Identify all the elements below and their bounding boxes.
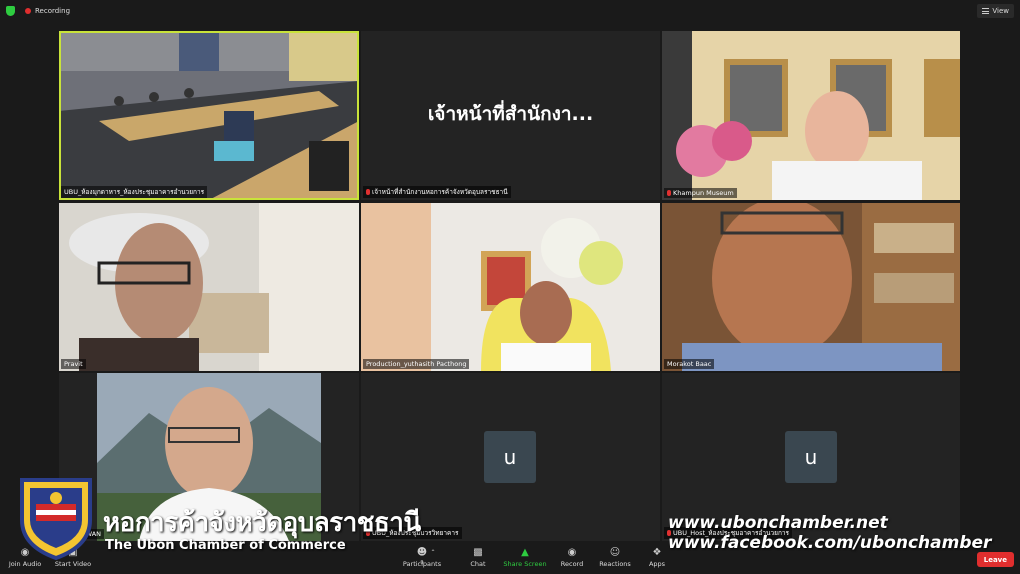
smiley-icon: ☺ [609, 547, 621, 558]
participant-name-label: UBU_ห้องมุกดาหาร_ห้องประชุมอาคารอำนวยการ [61, 186, 208, 198]
khampun-museum-video [662, 31, 960, 200]
participant-avatar: u [484, 431, 536, 483]
video-tile-production[interactable]: Production_yuthasith Pacthong [361, 203, 660, 371]
chat-button[interactable]: ▩ Chat [453, 547, 503, 568]
participant-name-label: Pravit [61, 359, 86, 369]
participant-big-name: เจ้าหน้าที่สำนักงา... [427, 103, 594, 125]
overlay-subtitle: The Ubon Chamber of Commerce [105, 538, 346, 553]
apps-icon: ❖ [652, 547, 662, 558]
video-tile-meeting-room[interactable]: UBU_ห้องมุกดาหาร_ห้องประชุมอาคารอำนวยการ [59, 31, 359, 200]
video-tile-morakot[interactable]: Morakot Baac [662, 203, 960, 371]
overlay-title: หอการค้าจังหวัดอุบลราชธานี [103, 508, 421, 538]
meeting-room-video [59, 31, 359, 200]
share-screen-button[interactable]: ▲ Share Screen [500, 547, 550, 568]
mic-muted-icon [667, 190, 671, 196]
participant-name-label: เจ้าหน้าที่สำนักงานหอการค้าจังหวัดอุบลรา… [363, 186, 511, 198]
security-shield-icon[interactable] [6, 6, 15, 16]
recording-indicator[interactable]: Recording [25, 7, 70, 15]
view-button[interactable]: View [977, 4, 1014, 18]
video-tile-khampun-museum[interactable]: Khampun Museum [662, 31, 960, 200]
view-grid-icon [982, 8, 990, 14]
participants-chevron[interactable]: ⌃ [427, 547, 439, 560]
leave-button[interactable]: Leave [976, 552, 1014, 567]
view-label: View [992, 7, 1009, 15]
recording-dot-icon [25, 8, 31, 14]
participant-avatar: u [785, 431, 837, 483]
pravit-video [59, 203, 359, 371]
participant-name-label: Production_yuthasith Pacthong [363, 359, 470, 369]
participants-button[interactable]: ☻9 Participants [397, 547, 447, 568]
mic-muted-icon [366, 189, 370, 195]
chevron-up-icon: ⌃ [430, 549, 436, 556]
overlay-website-url: www.ubonchamber.net [668, 513, 888, 533]
chamber-emblem-logo [20, 478, 92, 560]
participant-name-label: Morakot Baac [664, 359, 715, 369]
video-tile-office-staff[interactable]: เจ้าหน้าที่สำนักงา... เจ้าหน้าที่สำนักงา… [361, 31, 660, 200]
top-bar: Recording View [0, 0, 1020, 22]
video-tile-pravit[interactable]: Pravit [59, 203, 359, 371]
morakot-video [662, 203, 960, 371]
record-icon: ◉ [567, 547, 577, 558]
recording-label: Recording [35, 7, 71, 15]
share-screen-icon: ▲ [521, 547, 529, 558]
participant-name-label: Khampun Museum [664, 188, 737, 198]
chat-bubble-icon: ▩ [473, 547, 483, 558]
production-video [361, 203, 660, 371]
overlay-facebook-url: www.facebook.com/ubonchamber [668, 533, 992, 553]
